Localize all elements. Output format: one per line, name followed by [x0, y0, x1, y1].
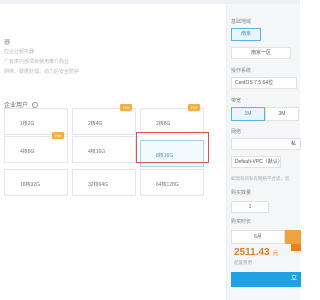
spec-card-label: 32核64G — [88, 182, 109, 188]
desc-line-2: 广有率内部项目使用推介购业 — [4, 59, 70, 65]
region-button-nanjing[interactable]: 南京 — [231, 28, 261, 41]
spec-card-label: 2核4G — [88, 121, 103, 127]
spec-card-label: 1核2G — [20, 121, 35, 127]
period-label: 购买时长 — [231, 219, 252, 225]
section-title: 器 — [4, 40, 11, 46]
zone-button-nanjing-1[interactable]: 南京一区 — [231, 47, 291, 59]
bandwidth-3m-button[interactable]: 3M — [265, 107, 299, 121]
bandwidth-label: 带宽 — [231, 98, 242, 104]
vpc-select[interactable]: Default-VPC（默认） — [231, 156, 281, 168]
network-private-tab[interactable]: 私 — [231, 138, 301, 150]
spec-card-4c16g[interactable]: 4核16G — [72, 136, 136, 163]
spec-card-4c8g[interactable]: Hot 4核8G — [4, 132, 68, 163]
total-price: 2511.43 元 — [234, 247, 278, 258]
quantity-label: 购买数量 — [231, 190, 252, 196]
os-label: 操作系统 — [231, 68, 252, 74]
selection-highlight — [136, 132, 209, 163]
spec-card-32c64g[interactable]: 32核64G — [72, 169, 136, 196]
spec-card-64c128g[interactable]: 64核128G — [140, 169, 204, 196]
buy-now-button[interactable]: 立 — [231, 272, 301, 287]
hot-badge: Hot — [120, 104, 132, 111]
region-label: 基础地域 — [231, 19, 252, 25]
price-unit: 元 — [272, 251, 279, 257]
period-promo-corner — [291, 244, 301, 251]
order-sidebar: 基础地域 南京 南京一区 操作系统 CentOS 7.5 64位 带宽 1M 3… — [226, 4, 301, 300]
spec-card-2c8g[interactable]: Hot 2核8G — [140, 104, 204, 135]
spec-card-label: 16核32G — [20, 182, 41, 188]
network-label: 网络 — [231, 129, 242, 135]
spec-card-1c2g[interactable]: 1核2G — [4, 108, 68, 135]
spec-card-16c32g[interactable]: 16核32G — [4, 169, 68, 196]
desc-line-3: 网络、数据处理、动力后安全防护 — [4, 69, 80, 75]
hot-badge: Hot — [188, 104, 200, 111]
price-subtitle: 配置费用 — [234, 260, 252, 265]
bandwidth-1m-button[interactable]: 1M — [231, 107, 265, 121]
desc-line-1: 应企业服务器 — [4, 49, 35, 55]
spec-card-2c4g[interactable]: Hot 2核4G — [72, 104, 136, 135]
period-select[interactable]: 6月 — [231, 230, 285, 244]
hot-badge: Hot — [52, 132, 64, 139]
vpc-hint: 如现有的私有网络不合适，您 — [231, 176, 290, 181]
price-value: 2511.43 — [234, 247, 270, 258]
period-promo-tag — [285, 230, 301, 244]
spec-card-label: 64核128G — [156, 182, 179, 188]
spec-card-label: 2核8G — [156, 121, 171, 127]
spec-card-label: 4核8G — [20, 149, 35, 155]
spec-card-label: 4核16G — [88, 149, 106, 155]
os-select[interactable]: CentOS 7.5 64位 — [231, 77, 297, 89]
quantity-stepper[interactable]: 1 — [231, 201, 269, 213]
